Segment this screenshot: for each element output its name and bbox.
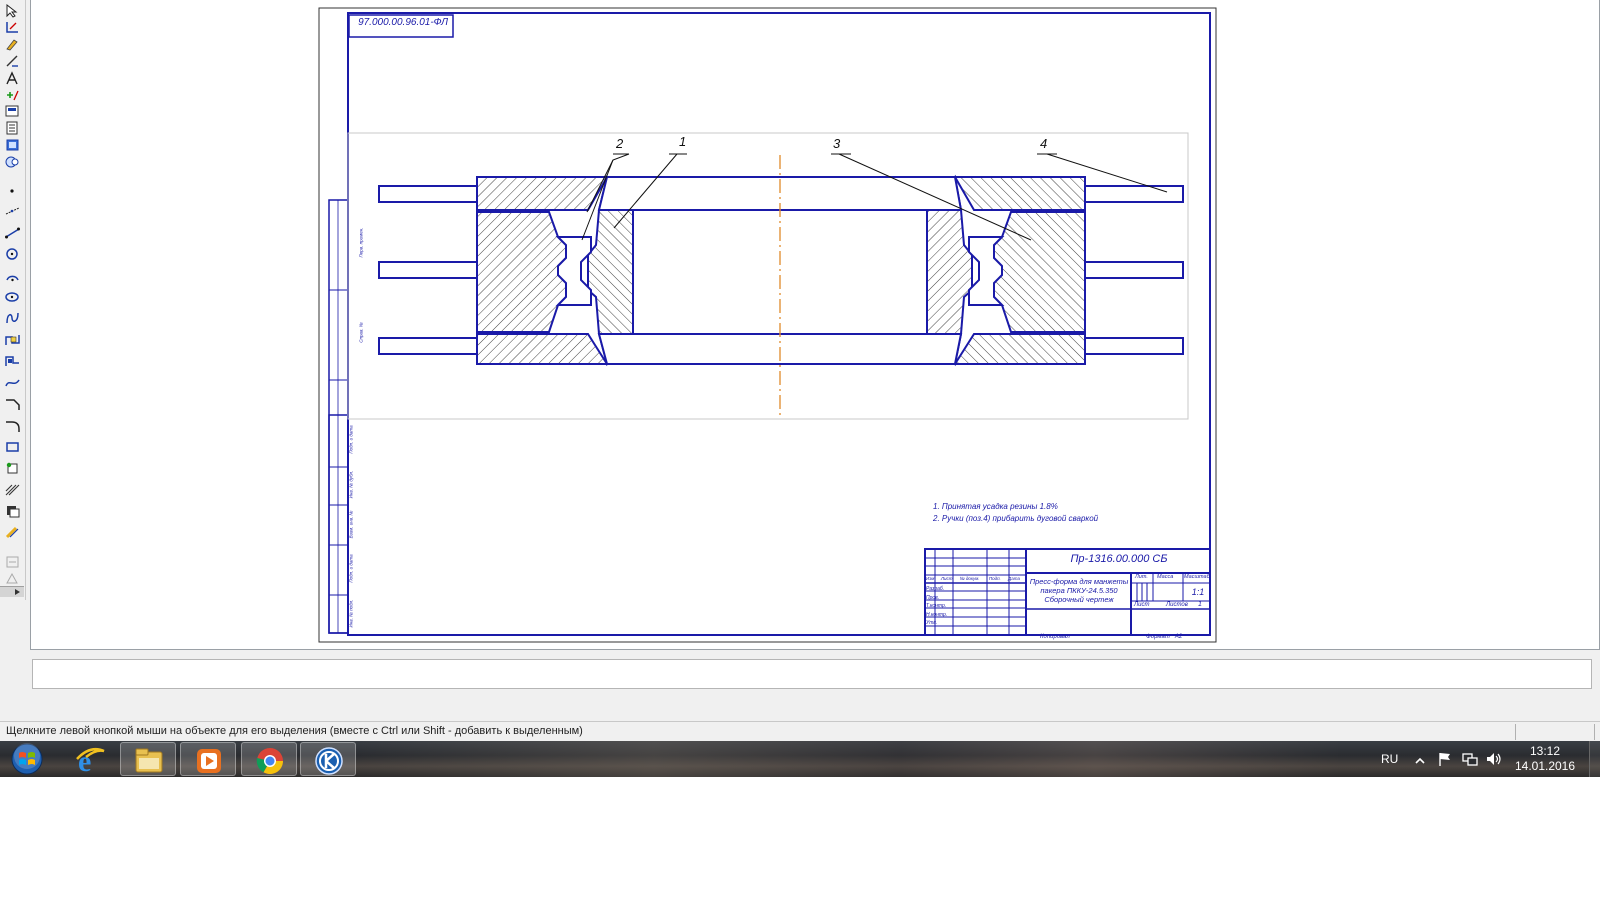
aux-line-tool-icon[interactable] [4,204,21,218]
status-bar: Щелкните левой кнопкой мыши на объекте д… [0,721,1600,742]
sheet-stamp-label: 97.000.00.96.01-ФЛ [358,17,448,28]
title-scale-label: Масштаб [1184,574,1210,580]
callout-1: 1 [679,134,687,149]
property-panel [30,652,1596,692]
action-center-flag-icon[interactable] [1437,751,1453,772]
title-name-line2: пакера ПККУ-24.5.350 [1040,586,1118,595]
dimension-tool-icon[interactable] [4,20,21,34]
status-message: Щелкните левой кнопкой мыши на объекте д… [6,725,583,737]
chamfer-tool-icon[interactable] [4,397,21,411]
clock-date: 14.01.2016 [1514,759,1576,773]
segment-tool-icon[interactable] [4,226,21,240]
pen-tool-icon[interactable] [4,37,21,51]
spec-tool-icon[interactable] [4,155,21,169]
chrome-icon[interactable] [241,742,297,776]
sign-label-tcontr: Т.контр. [926,603,947,610]
status-divider-2 [1594,724,1595,740]
tech-note-1: 1. Принятая усадка резины 1.8% [933,502,1058,511]
system-clock[interactable]: 13:12 14.01.2016 [1505,744,1585,774]
strip-label-first-use: Перв. примен. [358,227,364,258]
layer-tool-icon[interactable] [4,138,21,152]
collection-tool-icon[interactable] [4,461,21,475]
kompas-window: 97.000.00.96.01-ФЛ 2 1 3 4 1. Принятая у… [0,0,1600,742]
ellipse-tool-icon[interactable] [4,290,21,304]
title-mass-label: Масса [1157,574,1174,580]
title-sign-labels: Разраб. Пров. Т.контр. Н.контр. Утв. [926,585,947,628]
title-name-line3: Сборочный чертеж [1044,595,1114,604]
title-row-labels: Изм. Лист № докум. Подп. Дата [926,576,1027,581]
text-tool-icon[interactable] [4,71,21,85]
fillet-tool-icon[interactable] [4,419,21,433]
taskbar-background [360,741,1340,777]
media-player-icon[interactable] [180,742,236,776]
sign-label-dev: Разраб. [926,586,945,592]
title-sheet-label: Лист [1134,602,1150,608]
strip-label-ref: Справ. № [358,322,364,343]
spline-tool-icon[interactable] [4,311,21,325]
contour-tool-icon[interactable] [4,354,21,368]
row-label-list: Лист [940,576,953,581]
toolbar-scroll-button[interactable] [0,586,24,597]
language-indicator[interactable]: RU [1381,752,1398,766]
view-tool-icon[interactable] [4,104,21,118]
clock-time: 13:12 [1529,744,1561,758]
title-name-line1: Пресс-форма для манжеты [1029,577,1129,586]
row-label-sign: Подп. [988,576,1001,581]
volume-icon[interactable] [1485,751,1503,772]
measure-tool-icon[interactable] [4,525,21,539]
show-desktop-button[interactable] [1589,741,1600,777]
row-label-doc: № докум. [959,576,980,581]
circle-tool-icon[interactable] [4,247,21,261]
title-format: Формат А2 [1146,634,1183,640]
sign-label-check: Пров. [926,594,940,601]
title-lit-label: Лит. [1135,574,1148,580]
param-tool-icon[interactable] [4,88,21,102]
title-designation: Пр-1316.00.000 СБ [1070,553,1168,565]
internet-explorer-icon[interactable]: e [62,742,118,776]
disabled-tool-icon-2[interactable] [4,571,21,585]
callout-4: 4 [1040,136,1048,151]
disabled-tool-icon[interactable] [4,555,21,569]
network-icon[interactable] [1461,751,1479,772]
sign-label-ncontr: Н.контр. [926,611,948,618]
drawing-canvas[interactable]: 97.000.00.96.01-ФЛ 2 1 3 4 1. Принятая у… [30,0,1600,650]
strip-label-inv-orig: Инв. № подл. [348,599,354,628]
status-divider [1515,724,1516,740]
row-label-date: Дата [1008,576,1020,581]
file-explorer-icon[interactable] [120,742,176,776]
compact-toolbar [0,0,26,600]
rectangle-tool-icon[interactable] [4,440,21,454]
cursor-tool-icon[interactable] [4,4,21,18]
hatch-tool-icon[interactable] [4,483,21,497]
title-scale-value: 1:1 [1191,587,1205,597]
callout-3: 3 [833,136,841,151]
title-copied: Копировал [1040,634,1070,640]
fill-tool-icon[interactable] [4,504,21,518]
command-input[interactable] [32,659,1592,689]
nurbs-tool-icon[interactable] [4,376,21,390]
title-name: Пресс-форма для манжеты пакера ПККУ-24.5… [1027,577,1131,604]
point-tool-icon[interactable] [4,184,21,198]
title-sheets-value: 1 [1198,601,1202,608]
edit-tool-icon[interactable] [4,54,21,68]
drawing-sheet [318,7,1217,643]
callout-2: 2 [616,136,624,151]
tray-expand-icon[interactable] [1415,753,1425,771]
title-sheets-label: Листов [1166,602,1188,608]
sign-label-approve: Утв. [926,620,938,627]
report-tool-icon[interactable] [4,121,21,135]
kompas-3d-icon[interactable] [300,742,356,776]
windows-start-icon[interactable] [6,743,48,775]
row-label-izm: Изм. [926,576,936,581]
tech-note-2: 2. Ручки (поз.4) прибарить дуговой сварк… [933,514,1099,523]
arc-tool-icon[interactable] [4,269,21,283]
taskbar: e RU 13:12 14.01.2016 [0,741,1600,777]
polyline-tool-icon[interactable] [4,333,21,347]
